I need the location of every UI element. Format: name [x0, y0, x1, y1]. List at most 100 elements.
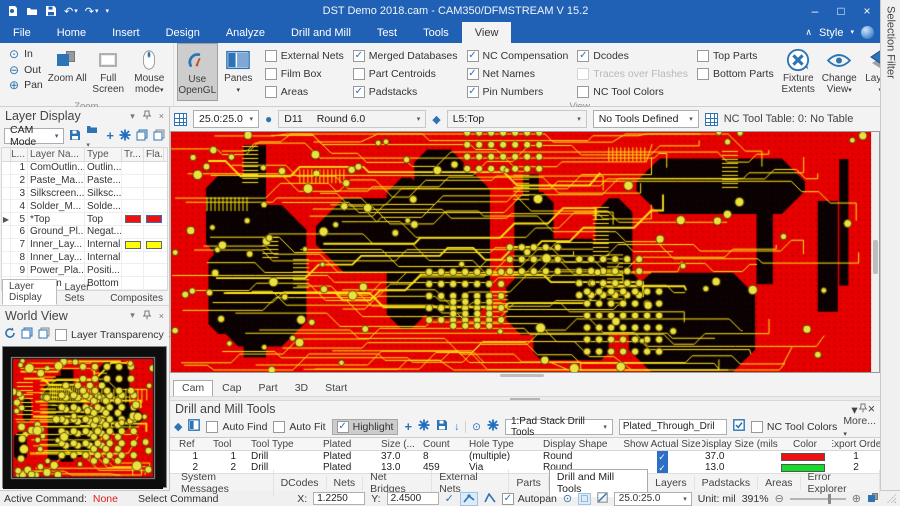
checkbox-top-parts[interactable]: Top Parts	[697, 50, 774, 62]
world-view-menu-caret-icon[interactable]: ▾	[130, 310, 135, 321]
drill-cell-show-actual[interactable]: ✓	[622, 451, 702, 462]
output-tab-dcodes[interactable]: DCodes	[274, 476, 327, 490]
vertex-snap-button[interactable]	[460, 492, 478, 506]
layer-flash-color-cell[interactable]	[144, 175, 164, 187]
menu-item-analyze[interactable]: Analyze	[213, 22, 278, 43]
pan-option[interactable]: ⊕Pan	[9, 79, 43, 91]
layer-trace-color-cell[interactable]	[122, 264, 144, 276]
layer-flash-color-cell[interactable]	[144, 200, 164, 212]
fill-mode-button[interactable]: □	[578, 493, 591, 505]
layer-display-pin-icon[interactable]	[142, 110, 152, 122]
selection-filter-strip[interactable]: Selection Filter	[880, 0, 900, 490]
doc-tab-3d[interactable]: 3D	[287, 381, 316, 396]
checkbox-nc-tool-colors[interactable]: NC Tool Colors	[577, 86, 688, 98]
y-coordinate-input[interactable]	[387, 492, 439, 505]
menu-item-drill-and-mill[interactable]: Drill and Mill	[278, 22, 364, 43]
layer-display-menu-caret-icon[interactable]: ▾	[130, 111, 135, 122]
checkbox-pin-numbers[interactable]: ✓Pin Numbers	[467, 86, 569, 98]
close-button[interactable]: ×	[854, 0, 880, 22]
panel-tab-layer-sets[interactable]: Layer Sets	[58, 281, 103, 305]
drill-header-color[interactable]: Color	[778, 438, 832, 450]
apply-filter-button[interactable]	[733, 419, 745, 434]
drill-header-export-order[interactable]: Export Order	[832, 438, 880, 450]
style-caret-icon[interactable]: ▾	[850, 29, 854, 36]
header-layer-number[interactable]: L...	[11, 148, 28, 161]
canvas-vertical-scrollbar[interactable]	[871, 132, 879, 372]
angle-snap-button[interactable]	[484, 493, 496, 505]
more-button[interactable]: More... ▾	[843, 415, 876, 439]
checkbox-nc-compensation[interactable]: ✓NC Compensation	[467, 50, 569, 62]
status-grid-combo[interactable]: 25.0:25.0▾	[614, 492, 692, 506]
new-file-button[interactable]	[7, 5, 19, 17]
header-layer-type[interactable]: Type	[85, 148, 122, 161]
layer-trace-color-cell[interactable]	[122, 200, 144, 212]
world-view-close-icon[interactable]: ×	[159, 311, 164, 321]
cam-mode-combo[interactable]: CAM Mode▾	[4, 128, 64, 144]
save-tools-button[interactable]	[436, 419, 448, 434]
drill-header-size[interactable]: Size (...	[378, 438, 420, 450]
drill-header-count[interactable]: Count	[420, 438, 466, 450]
splitter-grip[interactable]	[510, 398, 540, 400]
layer-row-ground-pl[interactable]: 6Ground_Pl...Negat...	[2, 226, 167, 239]
collapse-ribbon-icon[interactable]: ∧	[805, 27, 812, 38]
layer-row-power-pla[interactable]: 9Power_Pla...Positi...	[2, 264, 167, 277]
output-tab-nets[interactable]: Nets	[327, 476, 364, 490]
layer-flash-color-cell[interactable]	[144, 252, 164, 264]
layer-trace-color-cell[interactable]	[122, 175, 144, 187]
header-traces[interactable]: Tr...	[122, 148, 144, 161]
nc-tools-combo[interactable]: No Tools Defined▾	[593, 110, 699, 128]
layer-row-paste-ma[interactable]: 2Paste_Ma...Paste...	[2, 175, 167, 188]
layer-transparency-checkbox[interactable]: Layer Transparency	[55, 329, 164, 341]
undo-button[interactable]: ↶▾	[64, 5, 78, 18]
delete-tool-button[interactable]	[418, 419, 430, 434]
load-layers-button[interactable]: ▾	[86, 123, 101, 150]
layer-flash-color-cell[interactable]	[144, 239, 164, 251]
maximize-button[interactable]: □	[828, 0, 854, 22]
world-view-pin-icon[interactable]	[142, 310, 152, 322]
checkbox-part-centroids[interactable]: Part Centroids	[353, 68, 458, 80]
target-tool-button[interactable]: ⊙	[472, 421, 481, 433]
auto-fit-checkbox[interactable]: Auto Fit	[273, 421, 325, 433]
help-globe-icon[interactable]	[861, 26, 874, 39]
layer-row-inner-lay[interactable]: 7Inner_Lay...Internal	[2, 239, 167, 252]
checkbox-film-box[interactable]: Film Box	[265, 68, 344, 80]
active-layer-combo[interactable]: L5:Top▾	[447, 110, 587, 128]
open-file-button[interactable]	[26, 5, 38, 17]
world-copy-button[interactable]	[21, 327, 33, 342]
zoom-slider[interactable]	[790, 498, 846, 500]
use-opengl-toggle[interactable]: Use OpenGL	[177, 43, 218, 101]
grid-size-combo[interactable]: 25.0:25.0▾	[193, 110, 259, 128]
autopan-checkbox[interactable]: ✓Autopan	[502, 493, 557, 505]
mouse-mode-button[interactable]: Mouse mode▾	[129, 43, 170, 101]
layer-flash-color-cell[interactable]	[144, 162, 164, 174]
drill-header-plated[interactable]: Plated	[320, 438, 378, 450]
checkbox-external-nets[interactable]: External Nets	[265, 50, 344, 62]
save-button[interactable]	[45, 5, 57, 17]
layer-row-inner-lay[interactable]: 8Inner_Lay...Internal	[2, 252, 167, 265]
drill-header-hole-type[interactable]: Hole Type	[466, 438, 540, 450]
drill-row-1[interactable]: 11DrillPlated37.08(multiple)Round✓37.01	[170, 451, 880, 462]
checkbox-dcodes[interactable]: ✓Dcodes	[577, 50, 688, 62]
menu-item-test[interactable]: Test	[364, 22, 410, 43]
vertical-scroll-thumb[interactable]	[873, 240, 878, 274]
panel-splitter[interactable]	[170, 396, 880, 401]
outline-mode-button[interactable]	[597, 492, 608, 505]
checkbox-traces-over-flashes[interactable]: Traces over Flashes	[577, 68, 688, 80]
doc-tab-part[interactable]: Part	[250, 381, 285, 396]
checkbox-net-names[interactable]: ✓Net Names	[467, 68, 569, 80]
canvas-horizontal-scrollbar[interactable]	[170, 373, 880, 378]
change-view-button[interactable]: Change View▾	[819, 43, 860, 101]
layer-trace-color-cell[interactable]	[122, 188, 144, 200]
layer-flash-color-cell[interactable]	[144, 188, 164, 200]
paste-layer-button[interactable]	[153, 129, 165, 144]
layer-row-solder-m[interactable]: 4Solder_M...Solde...	[2, 200, 167, 213]
header-flashes[interactable]: Fla...	[144, 148, 164, 161]
output-tab-layers[interactable]: Layers	[648, 476, 695, 490]
nc-tool-colors-checkbox[interactable]: NC Tool Colors	[751, 421, 837, 433]
output-tab-parts[interactable]: Parts	[509, 476, 549, 490]
menu-item-home[interactable]: Home	[44, 22, 99, 43]
redo-button[interactable]: ↷▾	[85, 5, 99, 18]
checkbox-padstacks[interactable]: ✓Padstacks	[353, 86, 458, 98]
drill-header-tool[interactable]: Tool	[210, 438, 248, 450]
zoom-out-option[interactable]: ⊖Out	[9, 64, 43, 76]
